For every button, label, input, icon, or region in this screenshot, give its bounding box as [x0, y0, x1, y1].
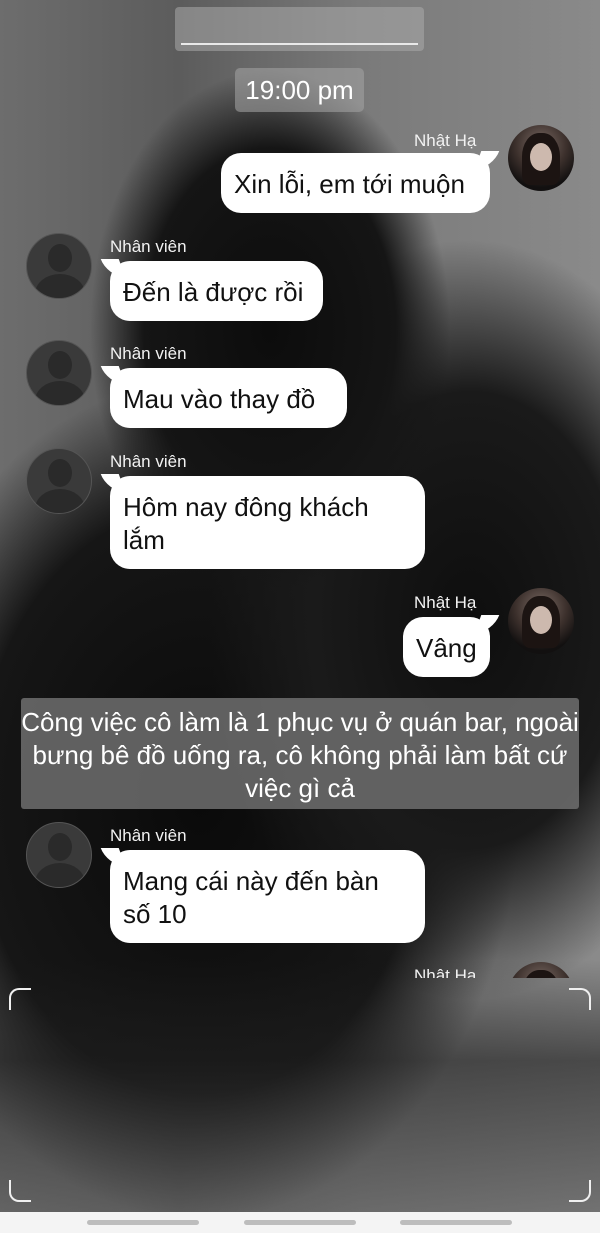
nav-recents-button[interactable] — [87, 1220, 199, 1225]
sender-name: Nhật Hạ — [414, 131, 477, 150]
avatar-body — [35, 274, 85, 298]
message-bubble[interactable]: Đến là được rồi — [110, 261, 323, 321]
nav-back-button[interactable] — [400, 1220, 512, 1225]
frame-corner-top-right — [569, 988, 591, 1010]
avatar-hair — [522, 970, 560, 978]
sender-name: Nhật Hạ — [414, 966, 477, 978]
avatar-head — [48, 244, 72, 272]
message-bubble[interactable]: Hôm nay đông khách lắm — [110, 476, 425, 569]
avatar-body — [35, 863, 85, 887]
message-bubble[interactable]: Mang cái này đến bàn số 10 — [110, 850, 425, 943]
avatar-body — [35, 381, 85, 405]
avatar[interactable] — [26, 233, 92, 299]
avatar[interactable] — [508, 125, 574, 191]
avatar-face — [530, 143, 552, 171]
frame-corner-top-left — [9, 988, 31, 1010]
sender-name: Nhân viên — [110, 452, 187, 471]
message-bubble[interactable]: Mau vào thay đồ — [110, 368, 347, 428]
sender-name: Nhật Hạ — [414, 593, 477, 612]
title-underline — [181, 43, 418, 45]
message-bubble[interactable]: Xin lỗi, em tới muộn — [221, 153, 490, 213]
sender-name: Nhân viên — [110, 344, 187, 363]
sender-name: Nhân viên — [110, 237, 187, 256]
bottom-navigation-bar — [0, 1212, 600, 1233]
avatar[interactable] — [508, 588, 574, 654]
frame-corner-bottom-right — [569, 1180, 591, 1202]
frame-corner-bottom-left — [9, 1180, 31, 1202]
nav-home-button[interactable] — [244, 1220, 356, 1225]
avatar[interactable] — [508, 962, 574, 978]
cutoff-message-row: Nhật Hạ — [0, 960, 600, 978]
avatar[interactable] — [26, 340, 92, 406]
title-input-bar[interactable] — [175, 7, 424, 51]
avatar-head — [48, 459, 72, 487]
avatar[interactable] — [26, 448, 92, 514]
avatar-head — [48, 351, 72, 379]
message-bubble[interactable]: Vâng — [403, 617, 490, 677]
timestamp-badge: 19:00 pm — [235, 68, 364, 112]
avatar-head — [48, 833, 72, 861]
narration-box: Công việc cô làm là 1 phục vụ ở quán bar… — [21, 698, 579, 809]
sender-name: Nhân viên — [110, 826, 187, 845]
avatar[interactable] — [26, 822, 92, 888]
avatar-body — [35, 489, 85, 513]
avatar-face — [530, 606, 552, 634]
